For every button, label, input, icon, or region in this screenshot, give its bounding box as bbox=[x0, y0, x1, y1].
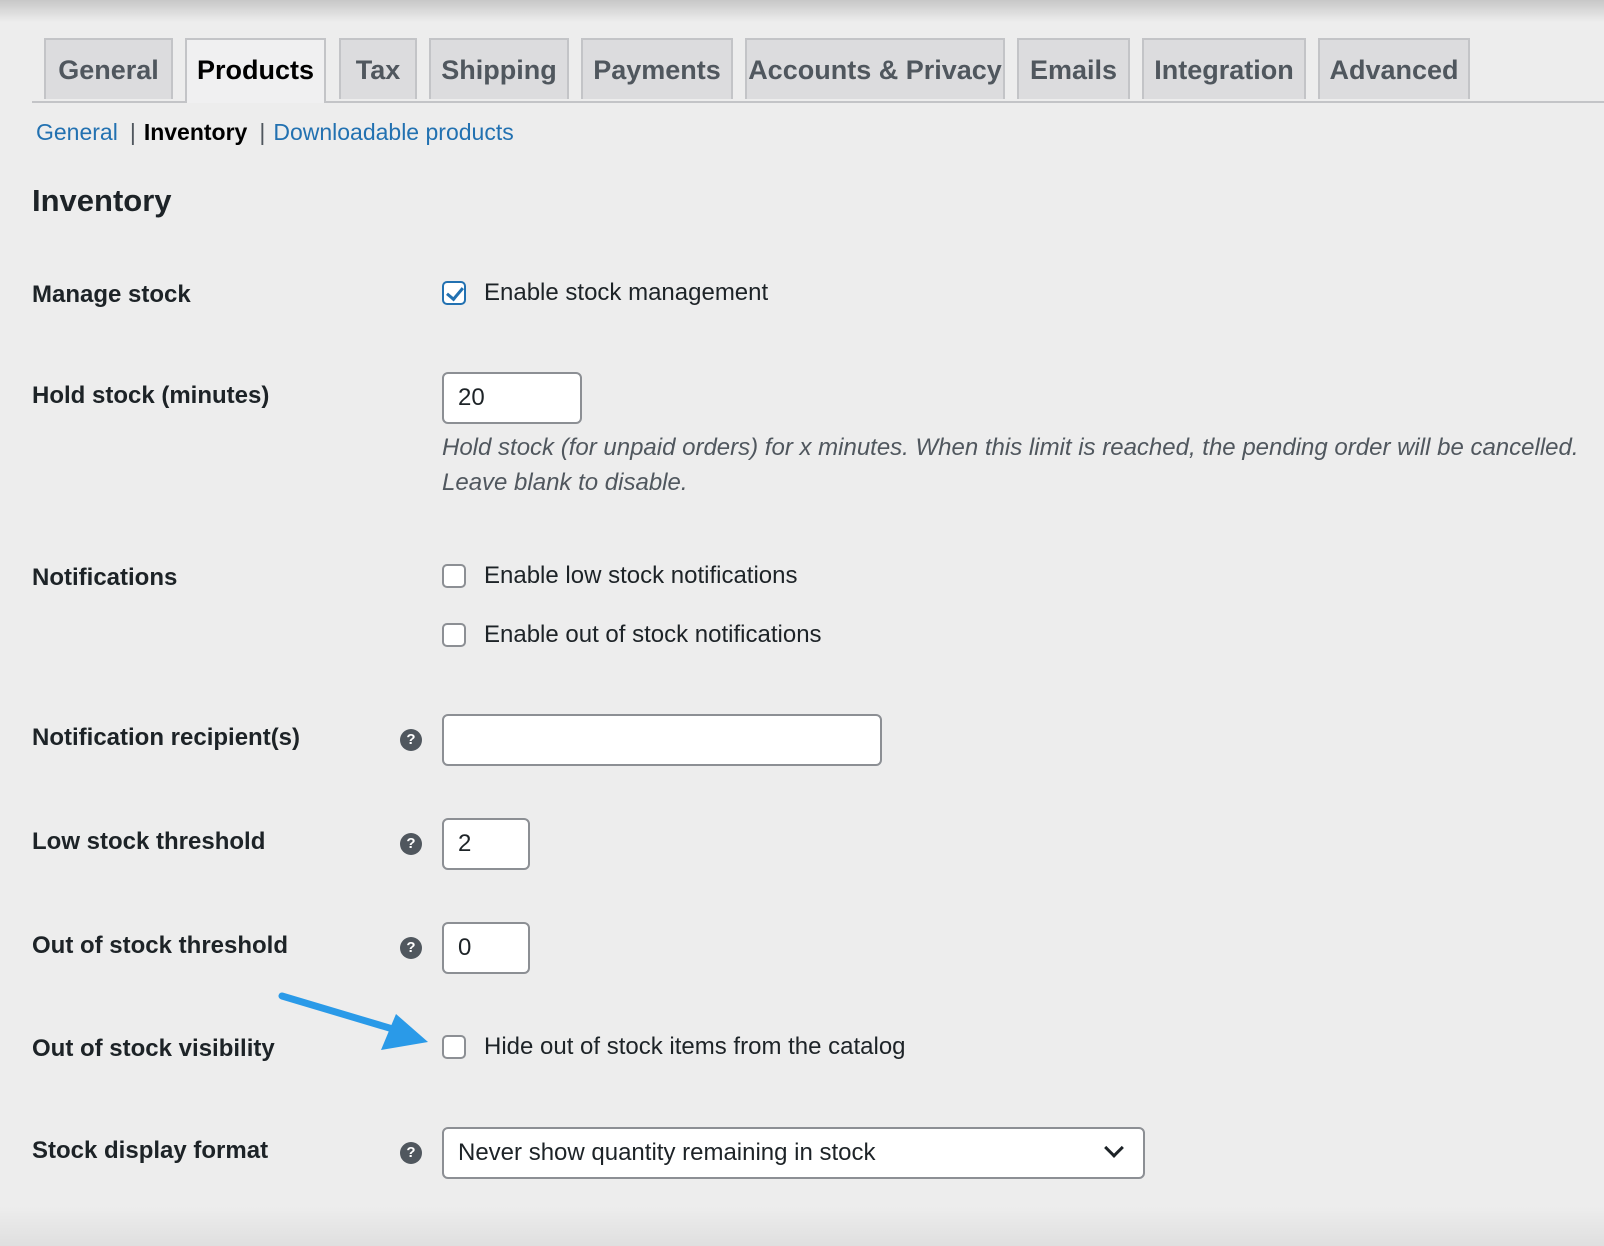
checkmark-icon bbox=[446, 282, 464, 302]
subnav-separator: | bbox=[259, 119, 266, 145]
manage-stock-checkbox[interactable] bbox=[442, 281, 466, 305]
hold-stock-label: Hold stock (minutes) bbox=[32, 382, 270, 409]
notification-recipients-label: Notification recipient(s) bbox=[32, 724, 301, 751]
tab-advanced[interactable]: Advanced bbox=[1318, 38, 1470, 99]
top-shadow bbox=[0, 0, 1604, 22]
settings-page: General Products Tax Shipping Payments A… bbox=[0, 0, 1604, 1246]
tab-accounts-privacy[interactable]: Accounts & Privacy bbox=[745, 38, 1005, 99]
subnav-inventory-current: Inventory bbox=[143, 119, 248, 145]
out-of-stock-threshold-input[interactable]: 0 bbox=[442, 922, 530, 974]
help-icon[interactable]: ? bbox=[400, 729, 422, 751]
notification-recipients-input[interactable] bbox=[442, 714, 882, 766]
low-stock-notification-checkbox[interactable] bbox=[442, 564, 466, 588]
out-of-stock-visibility-label: Out of stock visibility bbox=[32, 1035, 275, 1062]
hide-out-of-stock-label[interactable]: Hide out of stock items from the catalog bbox=[484, 1033, 906, 1061]
low-stock-threshold-label: Low stock threshold bbox=[32, 828, 266, 855]
out-of-stock-notification-option: Enable out of stock notifications bbox=[442, 620, 822, 650]
low-stock-notification-label[interactable]: Enable low stock notifications bbox=[484, 562, 798, 590]
hold-stock-input[interactable]: 20 bbox=[442, 372, 582, 424]
out-of-stock-notification-label[interactable]: Enable out of stock notifications bbox=[484, 621, 822, 649]
section-title: Inventory bbox=[32, 183, 172, 218]
tab-shipping[interactable]: Shipping bbox=[429, 38, 569, 99]
low-stock-threshold-input[interactable]: 2 bbox=[442, 818, 530, 870]
stock-display-format-selected: Never show quantity remaining in stock bbox=[458, 1139, 876, 1166]
settings-tab-bar: General Products Tax Shipping Payments A… bbox=[32, 38, 1604, 103]
low-stock-notification-option: Enable low stock notifications bbox=[442, 561, 798, 591]
tab-products[interactable]: Products bbox=[185, 38, 326, 103]
section-subnav: General | Inventory | Downloadable products bbox=[36, 117, 514, 147]
subnav-downloadable-products-link[interactable]: Downloadable products bbox=[273, 119, 513, 145]
tab-emails[interactable]: Emails bbox=[1017, 38, 1130, 99]
tab-payments[interactable]: Payments bbox=[581, 38, 733, 99]
manage-stock-option: Enable stock management bbox=[442, 278, 768, 308]
chevron-down-icon bbox=[1104, 1138, 1124, 1158]
tab-tax[interactable]: Tax bbox=[339, 38, 417, 99]
tab-integration[interactable]: Integration bbox=[1142, 38, 1306, 99]
notifications-label: Notifications bbox=[32, 564, 178, 591]
tab-general[interactable]: General bbox=[44, 38, 173, 99]
out-of-stock-threshold-label: Out of stock threshold bbox=[32, 932, 289, 959]
arrow-annotation-icon bbox=[278, 992, 428, 1050]
manage-stock-label: Manage stock bbox=[32, 281, 191, 308]
stock-display-format-label: Stock display format bbox=[32, 1137, 269, 1164]
help-icon[interactable]: ? bbox=[400, 937, 422, 959]
hold-stock-description: Hold stock (for unpaid orders) for x min… bbox=[442, 434, 1579, 496]
out-of-stock-notification-checkbox[interactable] bbox=[442, 623, 466, 647]
bottom-shadow bbox=[0, 1206, 1604, 1246]
help-icon[interactable]: ? bbox=[400, 1142, 422, 1164]
hide-out-of-stock-checkbox[interactable] bbox=[442, 1035, 466, 1059]
out-of-stock-visibility-option: Hide out of stock items from the catalog bbox=[442, 1032, 906, 1062]
subnav-separator: | bbox=[129, 119, 136, 145]
help-icon[interactable]: ? bbox=[400, 833, 422, 855]
stock-display-format-select[interactable]: Never show quantity remaining in stock bbox=[442, 1127, 1145, 1179]
subnav-general-link[interactable]: General bbox=[36, 119, 118, 145]
manage-stock-checkbox-label[interactable]: Enable stock management bbox=[484, 279, 768, 307]
